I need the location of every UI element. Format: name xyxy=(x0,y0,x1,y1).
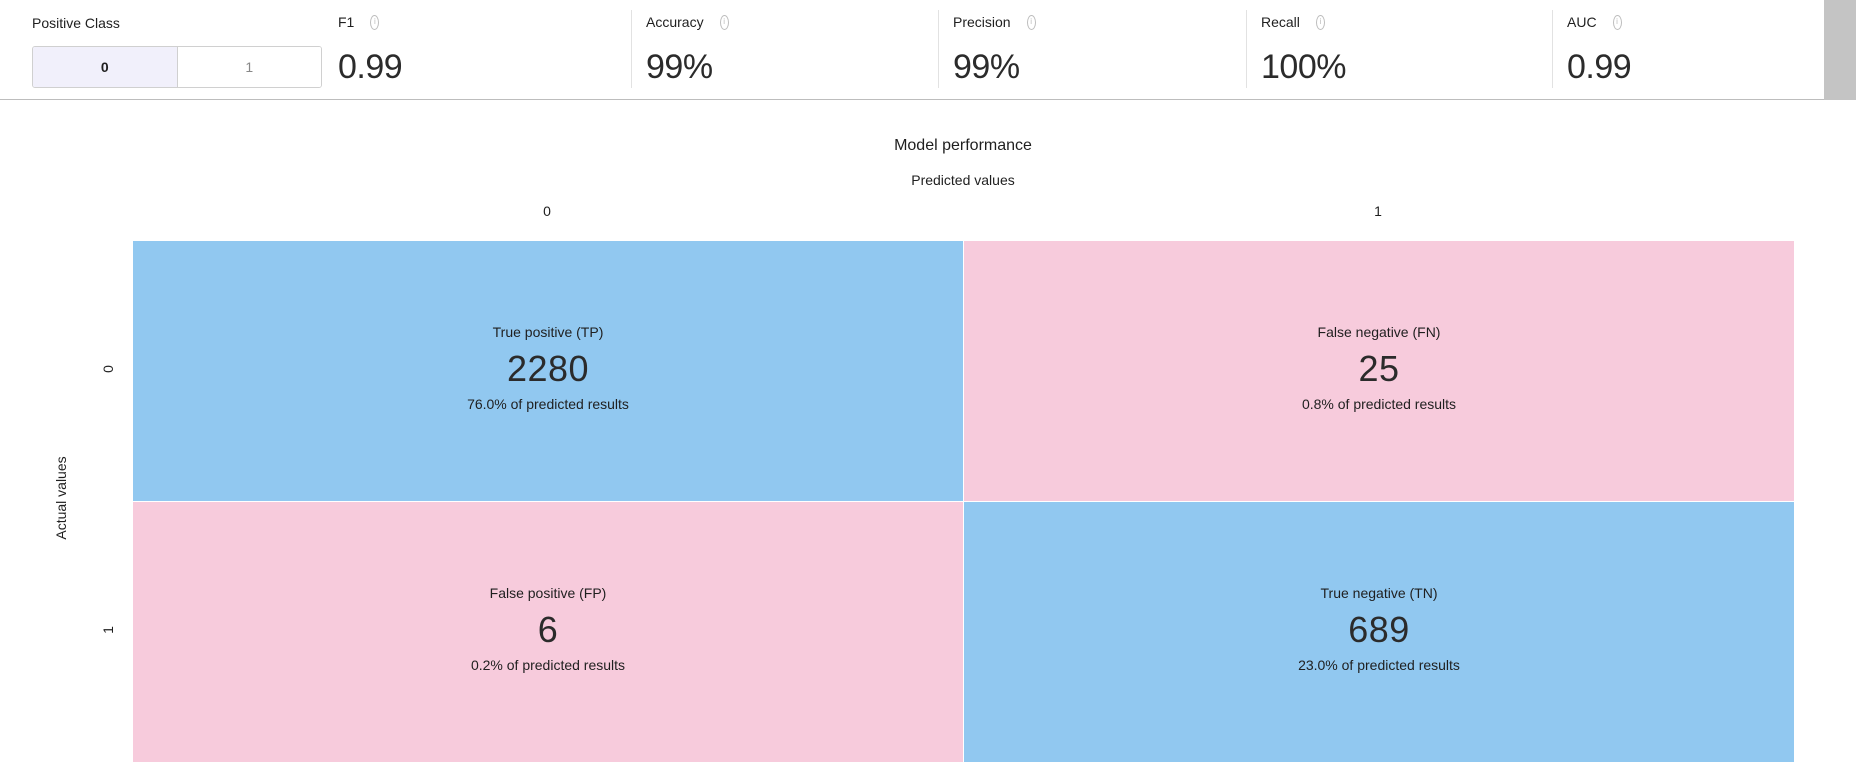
cell-count: 2280 xyxy=(506,348,590,389)
info-icon[interactable]: i xyxy=(1026,14,1036,30)
metric-value: 99% xyxy=(953,48,1020,86)
metric-accuracy: Accuracy i 99% xyxy=(631,0,946,100)
metric-recall: Recall i 100% xyxy=(1246,0,1561,100)
info-icon[interactable]: i xyxy=(719,14,729,30)
positive-class-option-1[interactable]: 1 xyxy=(177,47,321,87)
info-icon[interactable]: i xyxy=(1612,14,1622,30)
metric-f1: F1 i 0.99 xyxy=(338,0,638,100)
x-axis-title: Predicted values xyxy=(911,172,1015,188)
cell-count: 25 xyxy=(1358,348,1400,389)
cell-percentage: 23.0% of predicted results xyxy=(1298,657,1460,673)
x-tick-label: 0 xyxy=(543,203,551,219)
cell-name: True negative (TN) xyxy=(1320,585,1438,601)
cell-count: 689 xyxy=(1348,609,1410,650)
scrollbar-thumb[interactable] xyxy=(1824,0,1856,100)
metric-label: Accuracy xyxy=(646,14,704,30)
x-tick-label: 1 xyxy=(1374,203,1382,219)
metrics-bar: Positive Class 0 1 F1 i 0.99 Accuracy i … xyxy=(0,0,1824,100)
cell-percentage: 0.8% of predicted results xyxy=(1301,396,1457,412)
info-icon[interactable]: i xyxy=(370,14,380,30)
metric-auc: AUC i 0.99 xyxy=(1552,0,1817,100)
positive-class-toggle: 0 1 xyxy=(32,46,322,88)
chart-title: Model performance xyxy=(894,137,1032,154)
cell-true-negative: True negative (TN) 689 23.0% of predicte… xyxy=(964,502,1794,762)
cell-percentage: 76.0% of predicted results xyxy=(467,396,629,412)
metric-value: 99% xyxy=(646,48,713,86)
metric-value: 0.99 xyxy=(1567,48,1632,86)
positive-class-label: Positive Class xyxy=(32,15,120,31)
cell-name: True positive (TP) xyxy=(492,324,604,340)
cell-true-positive: True positive (TP) 2280 76.0% of predict… xyxy=(133,241,963,501)
cell-name: False positive (FP) xyxy=(489,585,607,601)
metric-label: Precision xyxy=(953,14,1011,30)
cell-count: 6 xyxy=(537,609,559,650)
positive-class-selector: Positive Class 0 1 xyxy=(32,0,322,100)
metric-precision: Precision i 99% xyxy=(938,0,1253,100)
metric-label: AUC xyxy=(1567,14,1597,30)
positive-class-option-0[interactable]: 0 xyxy=(33,47,178,87)
metric-label: Recall xyxy=(1261,14,1300,30)
metric-value: 0.99 xyxy=(338,48,403,86)
info-icon[interactable]: i xyxy=(1315,14,1325,30)
y-axis-title: Actual values xyxy=(53,456,69,540)
y-tick-label: 1 xyxy=(100,626,116,634)
y-tick-label: 0 xyxy=(100,365,116,373)
metric-value: 100% xyxy=(1261,48,1346,86)
metric-label: F1 xyxy=(338,14,355,30)
scrollbar[interactable] xyxy=(1824,0,1856,766)
cell-false-negative: False negative (FN) 25 0.8% of predicted… xyxy=(964,241,1794,501)
cell-name: False negative (FN) xyxy=(1317,324,1441,340)
cell-false-positive: False positive (FP) 6 0.2% of predicted … xyxy=(133,502,963,762)
cell-percentage: 0.2% of predicted results xyxy=(470,657,626,673)
